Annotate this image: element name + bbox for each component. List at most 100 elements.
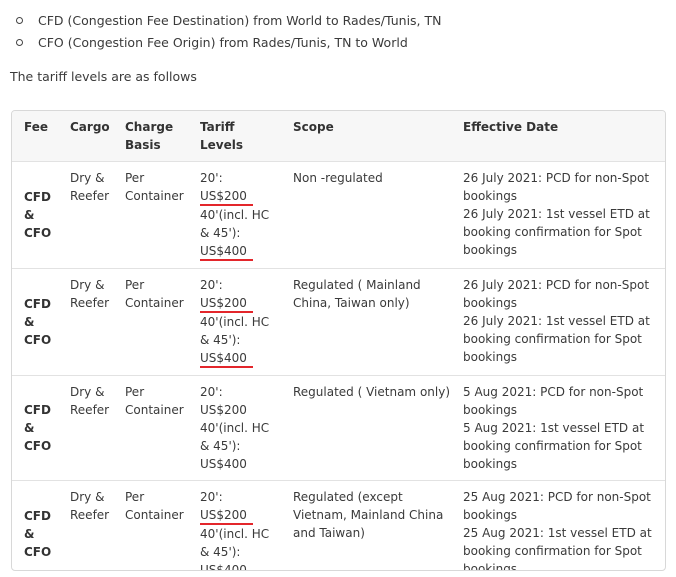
fee-cell: CFD & CFO: [12, 481, 58, 571]
effective-date-cell: 5 Aug 2021: PCD for non-Spot bookings 5 Au…: [453, 376, 665, 481]
scope-cell: Regulated ( Vietnam only): [283, 376, 453, 481]
header-text: Basis: [125, 138, 161, 152]
effective-date-cell: 26 July 2021: PCD for non-Spot bookings 26…: [453, 269, 665, 376]
tariff-line: US$200: [200, 401, 283, 419]
cargo-cell-line: Reefer: [70, 296, 110, 310]
effective-date-cell: 26 July 2021: PCD for non-Spot bookings 26…: [453, 162, 665, 269]
price-underlined: US$400: [200, 243, 253, 261]
effective-date-cell-line: bookings: [463, 403, 518, 417]
cargo-cell: Dry & Reefer: [58, 162, 117, 269]
tariff-line: 40'(incl. HC: [200, 206, 283, 224]
scope-cell-line: and Taiwan): [293, 526, 365, 540]
hollow-bullet-icon: [16, 38, 23, 46]
price-underlined: US$200: [200, 295, 253, 313]
tariff-text: US$400: [200, 457, 247, 471]
header-cargo: Cargo: [70, 120, 110, 134]
price-underlined: US$400: [200, 350, 253, 368]
tariff-line: & 45'):: [200, 224, 283, 242]
effective-date-cell-line: booking confirmation for Spot: [463, 544, 642, 558]
cargo-cell: Dry & Reefer: [58, 376, 117, 481]
bullet-item-cfd: CFD (Congestion Fee Destination) from Wo…: [16, 10, 442, 32]
tariff-text: 20':: [200, 385, 223, 399]
charge-basis-cell-line: Container: [125, 508, 184, 522]
tariff-levels-cell: 20': US$200 40'(incl. HC & 45'): US$400: [194, 376, 283, 481]
table-row: CFD & CFO Dry & Reefer Per Container 20': US$200…: [12, 268, 665, 376]
header-tariff-levels: Tariff Levels: [194, 111, 283, 162]
effective-date-cell-line: 26 July 2021: PCD for non-Spot: [463, 278, 650, 292]
tariff-text: 40'(incl. HC: [200, 315, 270, 329]
bullet-text: CFD (Congestion Fee Destination) from Wo…: [38, 13, 442, 28]
tariff-line: 40'(incl. HC: [200, 313, 283, 331]
fee-cell-line: CFD: [24, 509, 51, 523]
charge-basis-cell: Per Container: [117, 162, 194, 269]
fee-cell-line: CFO: [24, 439, 52, 453]
effective-date-cell-line: booking confirmation for Spot: [463, 225, 642, 239]
fee-cell-line: &: [24, 421, 35, 435]
tariff-text: 40'(incl. HC: [200, 208, 270, 222]
effective-date-cell-line: bookings: [463, 189, 518, 203]
header-text: Tariff: [200, 120, 235, 134]
scope-cell-line: China, Taiwan only): [293, 296, 410, 310]
fee-cell-line: CFO: [24, 226, 52, 240]
effective-date-cell-line: bookings: [463, 562, 518, 571]
cargo-cell-line: Dry &: [70, 490, 105, 504]
tariff-line: & 45'):: [200, 543, 283, 561]
scope-cell: Regulated ( Mainland China, Taiwan only): [283, 269, 453, 376]
tariff-line: US$400: [200, 561, 283, 570]
header-scope: Scope: [293, 120, 334, 134]
effective-date-cell-line: bookings: [463, 296, 518, 310]
table-body: CFD & CFO Dry & Reefer Per Container 20': US$200…: [12, 161, 665, 571]
effective-date-cell-line: 26 July 2021: 1st vessel ETD at: [463, 314, 650, 328]
tariff-levels-cell: 20': US$200 40'(incl. HC & 45'): US$400: [194, 269, 283, 376]
effective-date-cell-line: 26 July 2021: 1st vessel ETD at: [463, 207, 650, 221]
effective-date-cell-line: booking confirmation for Spot: [463, 332, 642, 346]
tariff-levels-cell: 20': US$200 40'(incl. HC & 45'): US$400: [194, 481, 283, 570]
tariff-line: US$200: [200, 294, 283, 313]
tariff-table: Fee Cargo Charge Basis Tariff Levels Sco…: [12, 111, 665, 571]
cargo-cell: Dry & Reefer: [58, 269, 117, 376]
charge-basis-cell-line: Per: [125, 490, 145, 504]
scope-cell-line: Regulated ( Mainland: [293, 278, 421, 292]
table-header-row: Fee Cargo Charge Basis Tariff Levels Sco…: [12, 111, 665, 162]
tariff-text: & 45'):: [200, 545, 241, 559]
tariff-text: & 45'):: [200, 333, 241, 347]
tariff-line: 40'(incl. HC: [200, 525, 283, 543]
intro-text: The tariff levels are as follows: [10, 69, 197, 84]
charge-basis-cell: Per Container: [117, 376, 194, 481]
cargo-cell: Dry & Reefer: [58, 481, 117, 571]
effective-date-cell-line: 25 Aug 2021: PCD for non-Spot: [463, 490, 651, 504]
tariff-table-container: Fee Cargo Charge Basis Tariff Levels Sco…: [11, 110, 666, 571]
effective-date-cell-line: bookings: [463, 350, 518, 364]
tariff-levels-cell: 20': US$200 40'(incl. HC & 45'): US$400: [194, 162, 283, 269]
table-row: CFD & CFO Dry & Reefer Per Container 20': US$200…: [12, 375, 665, 481]
tariff-line: & 45'):: [200, 437, 283, 455]
header-fee: Fee: [24, 120, 48, 134]
tariff-line: 20':: [200, 169, 283, 187]
tariff-text: 20':: [200, 278, 223, 292]
header-charge-basis: Charge Basis: [117, 111, 194, 162]
tariff-line: US$200: [200, 187, 283, 206]
bullet-text: CFO (Congestion Fee Origin) from Rades/T…: [38, 34, 408, 50]
charge-basis-cell-line: Container: [125, 403, 184, 417]
bullet-item-cfo: CFO (Congestion Fee Origin) from Rades/T…: [16, 32, 442, 54]
price-underlined: US$400: [200, 562, 253, 570]
effective-date-cell-line: 25 Aug 2021: 1st vessel ETD at: [463, 526, 652, 540]
effective-date-cell-line: 5 Aug 2021: 1st vessel ETD at: [463, 421, 645, 435]
tariff-line: 20':: [200, 276, 283, 294]
fee-cell-line: &: [24, 208, 35, 222]
cargo-cell-line: Dry &: [70, 171, 105, 185]
charge-basis-cell-line: Per: [125, 171, 145, 185]
cargo-cell-line: Dry &: [70, 278, 105, 292]
effective-date-cell: 25 Aug 2021: PCD for non-Spot bookings 25 …: [453, 481, 665, 571]
effective-date-cell-line: bookings: [463, 243, 518, 257]
fee-cell-line: CFO: [24, 333, 52, 347]
cargo-cell-line: Reefer: [70, 189, 110, 203]
fee-cell-line: CFO: [24, 545, 52, 559]
tariff-line: 40'(incl. HC: [200, 419, 283, 437]
hollow-bullet-icon: [16, 17, 23, 24]
scope-cell: Non -regulated: [283, 162, 453, 269]
tariff-text: 40'(incl. HC: [200, 527, 270, 541]
scope-cell-line: Non -regulated: [293, 171, 383, 185]
fee-cell-line: CFD: [24, 297, 51, 311]
fee-cell: CFD & CFO: [12, 376, 58, 481]
